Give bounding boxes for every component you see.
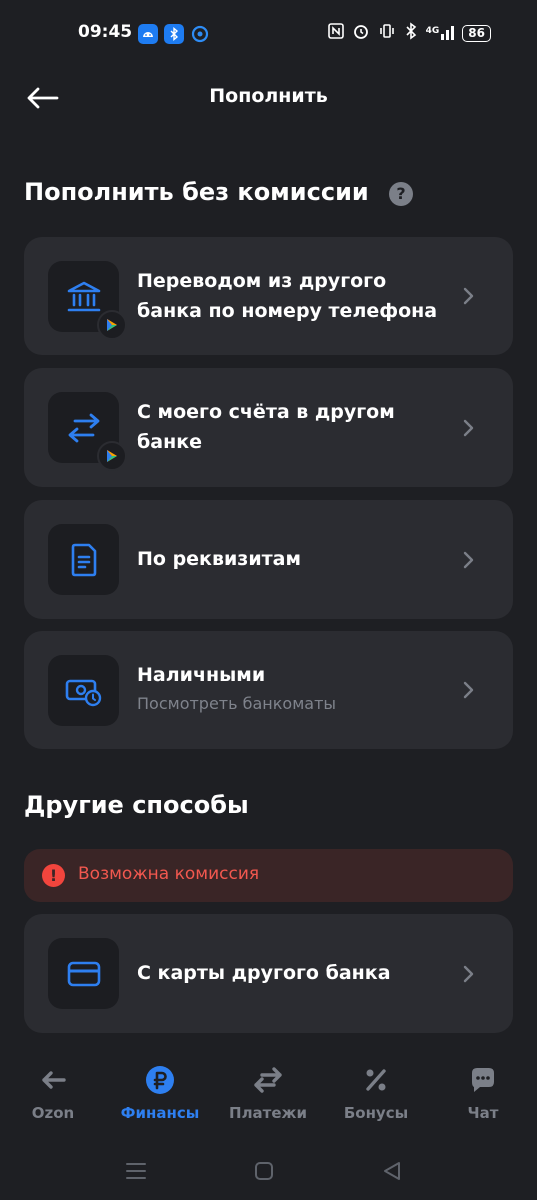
network-type: 4G [425, 26, 440, 36]
signal-icon: 4G [426, 26, 455, 40]
sync-app-icon [190, 24, 210, 44]
tab-payments[interactable]: Платежи [218, 1064, 318, 1122]
card-icon-container [48, 655, 119, 726]
chevron-right-icon [463, 287, 474, 305]
page-title: Пополнить [209, 85, 328, 107]
card-label-group: Наличными Посмотреть банкоматы [137, 660, 453, 718]
recent-apps-button[interactable] [116, 1156, 156, 1186]
section-title-other: Другие способы [24, 791, 249, 819]
card-icon-container [48, 261, 127, 340]
chevron-right-icon [463, 551, 474, 569]
transfer-arrows-icon [68, 413, 99, 442]
warning-icon: ! [42, 864, 65, 887]
back-nav-button[interactable] [372, 1156, 412, 1186]
bottom-tab-bar: Ozon Финансы Платежи Бонусы Чат [0, 1052, 537, 1142]
chevron-right-icon [463, 419, 474, 437]
tab-label: Бонусы [343, 1104, 409, 1122]
sbp-logo-icon [97, 441, 127, 471]
tab-chat[interactable]: Чат [433, 1064, 533, 1122]
card-label: Переводом из другого банка по номеру тел… [137, 270, 438, 322]
document-icon [71, 543, 96, 576]
ruble-icon [146, 1066, 174, 1094]
vibrate-icon [378, 23, 396, 43]
tab-label: Ozon [31, 1104, 75, 1122]
tab-finance[interactable]: Финансы [110, 1064, 210, 1122]
back-triangle-icon [384, 1162, 400, 1180]
status-time: 09:45 [78, 22, 133, 42]
tab-bonuses[interactable]: Бонусы [326, 1064, 426, 1122]
status-indicators: 4G 86 [327, 22, 491, 44]
battery-level: 86 [462, 24, 491, 42]
help-icon[interactable]: ? [389, 182, 413, 206]
chat-icon [472, 1068, 494, 1092]
arrow-left-icon [42, 1071, 66, 1089]
card-sublabel: Посмотреть банкоматы [137, 694, 337, 713]
card-label: По реквизитам [137, 548, 302, 570]
warning-text: Возможна комиссия [78, 864, 260, 884]
card-icon-container [48, 392, 127, 471]
chevron-right-icon [463, 965, 474, 983]
header: Пополнить [0, 70, 537, 126]
sbp-logo-icon [97, 310, 127, 340]
bluetooth-app-icon [164, 24, 184, 44]
payments-arrows-icon [254, 1067, 282, 1093]
menu-lines-icon [126, 1163, 146, 1179]
cash-icon [65, 679, 101, 706]
tab-label: Чат [467, 1104, 499, 1122]
card-label: С моего счёта в другом банке [137, 401, 395, 453]
home-button[interactable] [244, 1156, 284, 1186]
nfc-icon [327, 23, 344, 43]
section-title-free: Пополнить без комиссии [24, 178, 369, 206]
chevron-right-icon [463, 681, 474, 699]
system-nav-bar [0, 1142, 537, 1200]
home-square-icon [255, 1162, 273, 1180]
card-icon-container [48, 524, 119, 595]
commission-warning: ! Возможна комиссия [24, 849, 513, 902]
tab-label: Платежи [229, 1104, 307, 1122]
card-own-account-transfer[interactable]: С моего счёта в другом банке [24, 368, 513, 487]
status-bar: 09:45 4G 86 [0, 0, 537, 70]
card-phone-transfer[interactable]: Переводом из другого банка по номеру тел… [24, 237, 513, 355]
card-requisites[interactable]: По реквизитам [24, 500, 513, 619]
card-other-bank-card[interactable]: С карты другого банка [24, 914, 513, 1033]
card-label: С карты другого банка [137, 962, 391, 984]
tab-ozon[interactable]: Ozon [3, 1064, 103, 1122]
android-app-icon [138, 24, 158, 44]
card-cash[interactable]: Наличными Посмотреть банкоматы [24, 631, 513, 749]
percent-icon [366, 1069, 386, 1091]
card-icon [67, 961, 100, 986]
bluetooth-icon [404, 22, 418, 44]
tab-label: Финансы [120, 1104, 200, 1122]
alarm-icon [352, 22, 370, 44]
bank-icon [67, 281, 100, 311]
card-icon-container [48, 938, 119, 1009]
card-label: Наличными [137, 664, 266, 686]
